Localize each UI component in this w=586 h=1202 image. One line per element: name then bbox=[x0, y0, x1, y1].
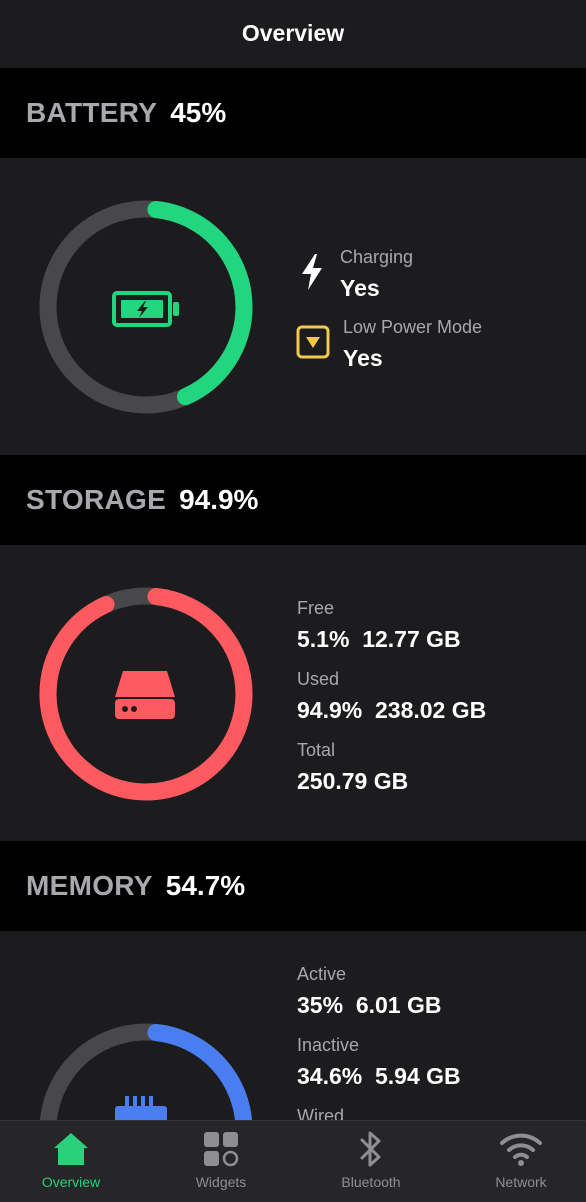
free-value: 5.1% 12.77 GB bbox=[297, 626, 461, 652]
tab-network[interactable]: Network bbox=[461, 1121, 581, 1202]
memory-section-header: MEMORY 54.7% bbox=[0, 841, 586, 931]
battery-section-header: BATTERY 45% bbox=[0, 68, 586, 158]
page-title: Overview bbox=[241, 19, 345, 46]
memory-section-title: MEMORY bbox=[26, 870, 153, 901]
storage-card[interactable]: Free 5.1% 12.77 GB Used 94.9% 238.02 GB … bbox=[0, 545, 586, 841]
memory-card[interactable]: Active 35% 6.01 GB Inactive 34.6% 5.94 G… bbox=[0, 931, 586, 1120]
used-label: Used bbox=[297, 669, 340, 689]
inactive-label: Inactive bbox=[297, 1035, 360, 1055]
tab-overview[interactable]: Overview bbox=[11, 1121, 131, 1202]
battery-section-title: BATTERY bbox=[26, 97, 158, 128]
inactive-value: 34.6% 5.94 GB bbox=[297, 1063, 461, 1089]
total-label: Total bbox=[297, 740, 336, 760]
memory-percent: 54.7% bbox=[165, 870, 246, 901]
free-label: Free bbox=[297, 598, 335, 618]
low-power-value: Yes bbox=[343, 345, 383, 371]
tab-network-label: Network bbox=[495, 1174, 547, 1190]
widgets-icon bbox=[202, 1129, 240, 1169]
total-value: 250.79 GB bbox=[297, 768, 409, 794]
tab-widgets[interactable]: Widgets bbox=[161, 1121, 281, 1202]
charging-label: Charging bbox=[340, 247, 414, 267]
low-power-label: Low Power Mode bbox=[343, 317, 483, 337]
battery-charging-icon bbox=[112, 291, 179, 327]
tab-widgets-label: Widgets bbox=[195, 1174, 247, 1190]
battery-percent: 45% bbox=[170, 97, 227, 128]
used-value: 94.9% 238.02 GB bbox=[297, 697, 487, 723]
wired-label: Wired bbox=[297, 1106, 345, 1120]
tab-bluetooth-label: Bluetooth bbox=[341, 1174, 401, 1190]
tab-bluetooth[interactable]: Bluetooth bbox=[311, 1121, 431, 1202]
hard-drive-icon bbox=[115, 671, 175, 719]
charging-value: Yes bbox=[340, 275, 380, 301]
low-power-icon bbox=[296, 325, 330, 359]
bluetooth-icon bbox=[358, 1129, 384, 1169]
storage-percent: 94.9% bbox=[179, 484, 259, 515]
lightning-icon bbox=[302, 254, 322, 290]
chip-icon bbox=[115, 1096, 167, 1120]
tab-bar: Overview Widgets Bluetooth Network bbox=[0, 1120, 586, 1202]
storage-section-header: STORAGE 94.9% bbox=[0, 455, 586, 545]
active-label: Active bbox=[297, 964, 347, 984]
nav-bar: Overview bbox=[0, 0, 586, 68]
house-icon bbox=[51, 1129, 91, 1169]
active-value: 35% 6.01 GB bbox=[297, 992, 442, 1018]
battery-card[interactable]: Charging Yes Low Power Mode Yes bbox=[0, 158, 586, 455]
storage-section-title: STORAGE bbox=[26, 484, 167, 515]
tab-overview-label: Overview bbox=[41, 1174, 101, 1190]
wifi-icon bbox=[499, 1129, 543, 1169]
